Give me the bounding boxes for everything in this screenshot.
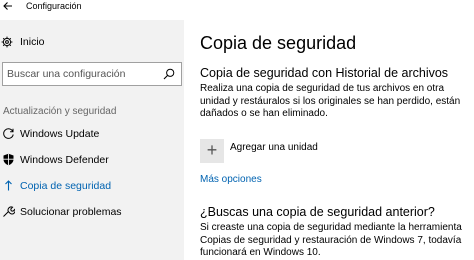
gear-icon bbox=[1, 36, 13, 48]
wrench-icon bbox=[3, 206, 15, 217]
sidebar-item-label: Windows Update bbox=[20, 128, 100, 140]
backup-arrow-icon bbox=[5, 180, 12, 191]
section-title-file-history: Copia de seguridad con Historial de arch… bbox=[200, 66, 449, 80]
section-header: Actualización y seguridad bbox=[3, 106, 117, 117]
section-title-older-backup: ¿Buscas una copia de seguridad anterior? bbox=[200, 205, 435, 219]
title-bar: Configuración bbox=[0, 0, 474, 20]
refresh-icon bbox=[3, 128, 14, 139]
app-title: Configuración bbox=[26, 1, 82, 11]
section-description-file-history: Realiza una copia de seguridad de tus ar… bbox=[200, 83, 461, 119]
search-icon[interactable] bbox=[163, 68, 175, 80]
sidebar-item-label: Copia de seguridad bbox=[20, 180, 112, 192]
add-drive-tile[interactable]: + bbox=[200, 139, 224, 163]
section-description-older-backup: Si creaste una copia de seguridad median… bbox=[200, 222, 462, 258]
sidebar-item-label: Windows Defender bbox=[20, 154, 109, 166]
search-input[interactable] bbox=[7, 63, 157, 85]
sidebar-item-windows-update[interactable]: Windows Update bbox=[0, 121, 184, 147]
sidebar-item-backup[interactable]: Copia de seguridad bbox=[0, 173, 184, 199]
sidebar-item-label: Solucionar problemas bbox=[20, 206, 122, 218]
sidebar-item-troubleshoot[interactable]: Solucionar problemas bbox=[0, 199, 184, 225]
plus-icon: + bbox=[206, 140, 218, 160]
back-arrow-icon[interactable] bbox=[2, 0, 14, 12]
more-options-link[interactable]: Más opciones bbox=[200, 174, 262, 185]
sidebar-item-label: Inicio bbox=[20, 36, 45, 48]
sidebar-item-windows-defender[interactable]: Windows Defender bbox=[0, 147, 184, 173]
add-drive-button[interactable]: + Agregar una unidad bbox=[200, 139, 460, 165]
search-box[interactable] bbox=[2, 62, 182, 86]
shield-icon bbox=[3, 153, 14, 166]
add-drive-label[interactable]: Agregar una unidad bbox=[230, 142, 318, 153]
main-content: Copia de seguridad Copia de seguridad co… bbox=[184, 20, 474, 260]
sidebar: Inicio Actualización y seguridad Windows… bbox=[0, 20, 184, 260]
page-title: Copia de seguridad bbox=[200, 33, 357, 53]
sidebar-item-home[interactable]: Inicio bbox=[0, 32, 184, 52]
